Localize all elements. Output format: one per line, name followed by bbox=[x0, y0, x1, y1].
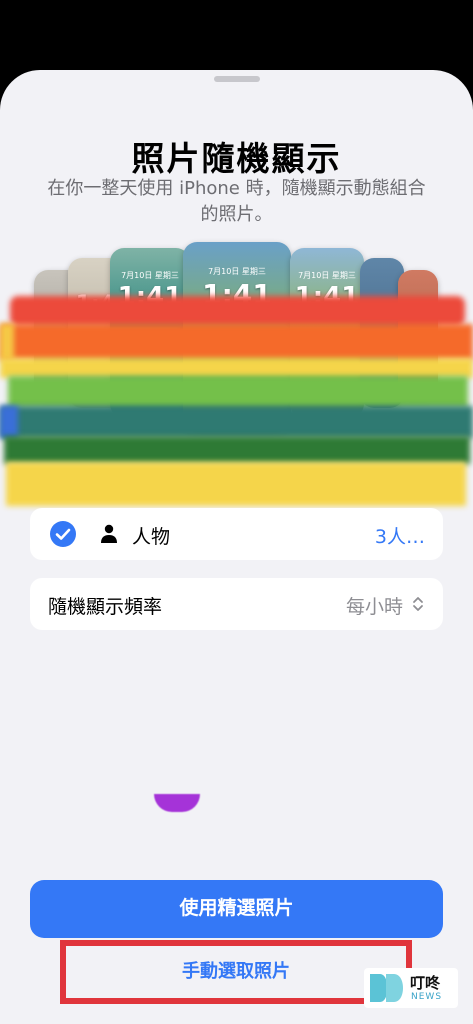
watermark-logo: 叮咚 NEWS bbox=[364, 968, 458, 1008]
select-photos-manually-button[interactable]: 手動選取照片 bbox=[60, 940, 412, 1004]
lock-screen-preview-carousel[interactable]: 1:41 7月10日 星期三 1:41 7月10日 星期三 1:41 7月10日… bbox=[0, 240, 473, 540]
sheet-grabber-handle[interactable] bbox=[214, 76, 260, 82]
preview-date: 7月10日 星期三 bbox=[121, 271, 179, 280]
people-label: 人物 bbox=[132, 526, 171, 548]
overlay-band-yellow-top bbox=[0, 324, 14, 360]
preview-date: 7月10日 星期三 bbox=[208, 267, 266, 276]
overlay-band-red bbox=[10, 296, 465, 326]
screen: 照片隨機顯示 在你一整天使用 iPhone 時，隨機顯示動態組合的照片。 1:4… bbox=[0, 0, 473, 1024]
people-row[interactable]: 人物 3人… bbox=[30, 508, 443, 560]
shuffle-frequency-row[interactable]: 隨機顯示頻率 每小時 bbox=[30, 578, 443, 630]
shuffle-frequency-value[interactable]: 每小時 bbox=[346, 592, 403, 619]
overlay-band-yellow-2 bbox=[0, 358, 473, 378]
preview-date: 7月10日 星期三 bbox=[298, 271, 356, 280]
overlay-band-green bbox=[8, 376, 468, 408]
overlay-band-blue-edge bbox=[0, 406, 18, 438]
checkmark-icon[interactable] bbox=[50, 521, 76, 547]
photo-shuffle-sheet: 照片隨機顯示 在你一整天使用 iPhone 時，隨機顯示動態組合的照片。 1:4… bbox=[0, 70, 473, 1024]
dingdong-logo-icon bbox=[370, 974, 403, 1002]
page-subtitle: 在你一整天使用 iPhone 時，隨機顯示動態組合的照片。 bbox=[47, 178, 426, 225]
people-count-value[interactable]: 3人… bbox=[375, 522, 425, 549]
watermark-subtext: NEWS bbox=[411, 992, 443, 1002]
use-featured-photos-button[interactable]: 使用精選照片 bbox=[30, 880, 443, 938]
shuffle-frequency-label: 隨機顯示頻率 bbox=[48, 596, 163, 618]
chevron-up-down-icon bbox=[413, 597, 423, 611]
person-icon bbox=[101, 524, 117, 543]
decorative-blob bbox=[154, 794, 200, 812]
watermark-text: 叮咚 bbox=[410, 974, 441, 992]
overlay-band-orange bbox=[0, 324, 473, 360]
page-title: 照片隨機顯示 bbox=[131, 139, 342, 178]
overlay-band-teal bbox=[0, 406, 473, 438]
overlay-band-yellow-bottom bbox=[6, 462, 466, 506]
overlay-band-darkgreen bbox=[4, 436, 470, 464]
